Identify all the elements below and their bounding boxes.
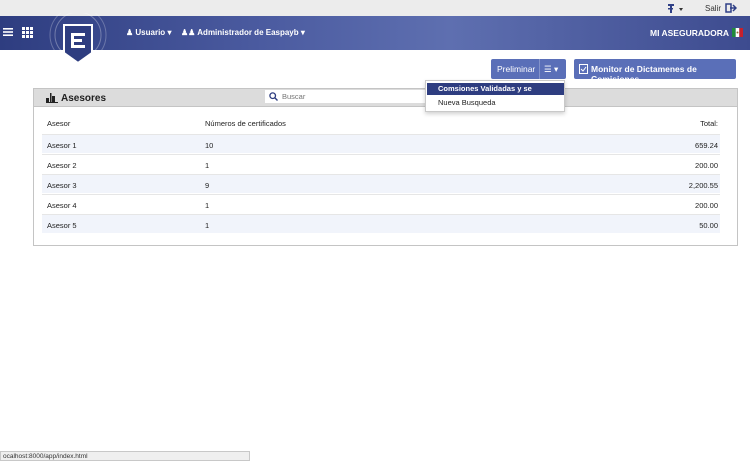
preliminar-button[interactable]: Preliminar ☰ ▾ [491, 59, 566, 79]
top-bar: Salir [0, 0, 750, 16]
table-row[interactable]: Asesor 5 1 50.00 [42, 214, 720, 233]
column-header-total[interactable]: Total: [700, 119, 718, 128]
cell-certificados: 1 [205, 161, 210, 170]
table-row[interactable]: Asesor 1 10 659.24 [42, 134, 720, 153]
search-input[interactable] [282, 90, 422, 103]
panel-title: Asesores [61, 93, 107, 104]
cell-certificados: 1 [205, 201, 210, 210]
user-menu[interactable]: ♟ Usuario ▾ [126, 28, 171, 37]
main-navbar: ♟ Usuario ▾ ♟♟ Administrador de Easpayb … [0, 13, 750, 65]
menu-item-comisiones-validadas[interactable]: Comsiones Validadas y se autorizan [427, 83, 564, 105]
cell-total: 200.00 [695, 201, 718, 210]
cell-certificados: 10 [205, 141, 214, 150]
cell-asesor: Asesor 5 [47, 221, 77, 230]
column-header-asesor[interactable]: Asesor [47, 119, 70, 128]
mexico-flag-icon[interactable] [732, 27, 743, 38]
table-row[interactable]: Asesor 2 1 200.00 [42, 154, 720, 173]
button-separator [539, 59, 540, 79]
cell-total: 659.24 [695, 141, 718, 150]
cell-asesor: Asesor 1 [47, 141, 77, 150]
menu-item-nueva-busqueda[interactable]: Nueva Busqueda [427, 97, 564, 109]
cell-asesor: Asesor 3 [47, 181, 77, 190]
cell-total: 50.00 [699, 221, 718, 230]
table-header: Asesor Números de certificados Total: [42, 117, 720, 131]
column-header-certificados[interactable]: Números de certificados [205, 119, 286, 128]
users-icon: ♟♟ [181, 28, 196, 37]
table-row[interactable]: Asesor 3 9 2,200.55 [42, 174, 720, 193]
document-icon [579, 64, 588, 74]
chevron-down-icon: ▾ [167, 28, 172, 37]
monitor-label: Monitor de Dictamenes de Comisiones [591, 64, 697, 84]
list-dropdown-icon[interactable]: ☰ ▾ [544, 64, 558, 75]
company-name: MI ASEGURADORA [650, 28, 730, 38]
search-box[interactable] [265, 90, 425, 103]
user-menu-label: Usuario [135, 28, 166, 37]
preliminar-label: Preliminar [497, 64, 536, 74]
cell-asesor: Asesor 4 [47, 201, 77, 210]
preliminar-dropdown-menu: Comsiones Validadas y se autorizan Nueva… [425, 80, 565, 112]
environment-icon[interactable] [667, 3, 687, 14]
chevron-down-icon: ▾ [300, 28, 305, 37]
user-icon: ♟ [126, 28, 134, 37]
admin-menu-label: Administrador de Easpayb [197, 28, 299, 37]
logout-icon[interactable] [725, 3, 737, 13]
chart-icon [46, 93, 58, 103]
browser-status-url: ocalhost:8000/app/index.html [0, 451, 250, 461]
table-row[interactable]: Asesor 4 1 200.00 [42, 194, 720, 213]
cell-asesor: Asesor 2 [47, 161, 77, 170]
admin-menu[interactable]: ♟♟ Administrador de Easpayb ▾ [181, 28, 305, 37]
panel-header: Asesores [34, 89, 737, 107]
cell-total: 2,200.55 [688, 181, 718, 190]
menu-icon[interactable] [3, 27, 13, 37]
company-logo [49, 13, 107, 65]
cell-certificados: 9 [205, 181, 210, 190]
search-icon [269, 92, 278, 101]
monitor-dictamenes-button[interactable]: Monitor de Dictamenes de Comisiones [574, 59, 736, 84]
logout-link[interactable]: Salir [705, 4, 721, 13]
apps-grid-icon[interactable] [22, 27, 33, 38]
cell-certificados: 1 [205, 221, 210, 230]
cell-total: 200.00 [695, 161, 718, 170]
